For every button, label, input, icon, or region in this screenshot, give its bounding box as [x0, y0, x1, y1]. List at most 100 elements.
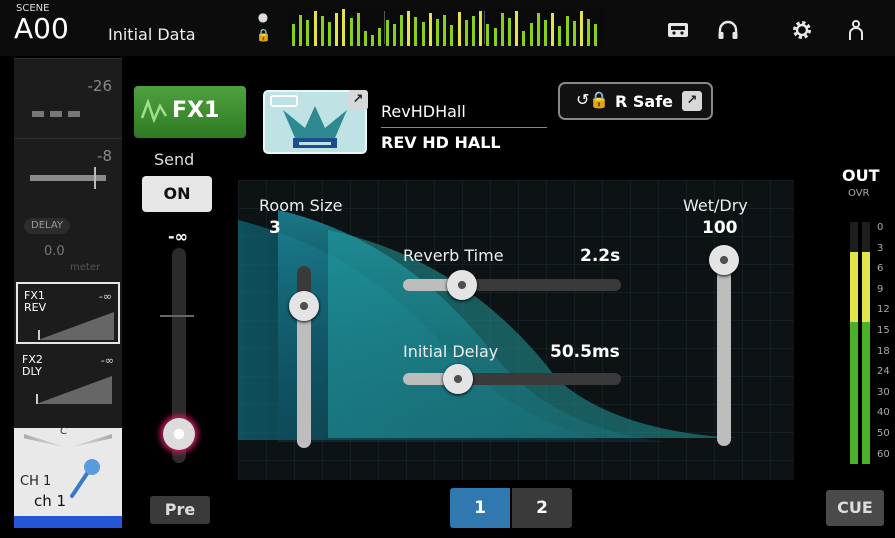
wet-dry-fill	[717, 260, 731, 446]
delay-unit: meter	[70, 262, 101, 273]
meter-bar	[479, 10, 483, 46]
gear-icon[interactable]	[790, 18, 814, 42]
scale-tick-label: 18	[877, 345, 890, 357]
meter-bar	[378, 27, 382, 46]
meter-bar	[529, 23, 533, 46]
channel-box[interactable]: C CH 1 ch 1	[14, 426, 122, 528]
room-size-label: Room Size	[259, 196, 343, 215]
out-meter-label: OUT	[842, 166, 880, 185]
initial-delay-label: Initial Delay	[403, 342, 499, 361]
panel-lock-icon: 🔒	[256, 28, 271, 42]
pre-button[interactable]: Pre	[150, 496, 210, 524]
recall-safe-button[interactable]: ↺🔒 R Safe ↗	[558, 82, 713, 120]
meter-bar	[306, 20, 310, 46]
meter-divider	[384, 11, 385, 44]
room-size-knob[interactable]	[289, 291, 319, 322]
fx1-level: -∞	[98, 290, 112, 303]
send-on-button[interactable]: ON	[142, 176, 212, 212]
channel-name: ch 1	[34, 492, 67, 510]
meter-bar	[421, 21, 425, 46]
meter-bar	[486, 23, 490, 46]
cue-button[interactable]: CUE	[826, 490, 884, 526]
reverb-time-track[interactable]	[403, 279, 621, 291]
send-fader-knob[interactable]	[163, 418, 195, 450]
fx1-name: FX1 REV	[24, 289, 47, 314]
meter-bar	[515, 11, 519, 46]
meter-bridge[interactable]	[288, 9, 604, 46]
meter-bar	[472, 16, 475, 46]
initial-delay-track[interactable]	[403, 373, 621, 385]
meter-bar	[558, 25, 562, 46]
meter-bar	[342, 9, 346, 46]
recall-safe-lock-icon: ↺🔒	[576, 90, 610, 109]
user-icon[interactable]	[844, 18, 868, 42]
fx1-select-button[interactable]: FX1	[134, 86, 246, 138]
open-icon[interactable]: ↗	[348, 90, 368, 110]
meter-bar	[328, 21, 331, 46]
gain-value: -26	[87, 77, 113, 95]
recorder-icon[interactable]	[666, 18, 690, 42]
effect-wave-icon	[140, 98, 168, 124]
meter-bar	[551, 12, 555, 46]
fx2-send-ramp	[36, 376, 112, 404]
scale-tick-label: 15	[877, 325, 890, 336]
channel-label: CH 1	[20, 474, 52, 489]
scene-name[interactable]: Initial Data	[108, 25, 196, 44]
effect-type-name[interactable]: RevHDHall	[381, 102, 466, 121]
pan-indicator	[24, 434, 112, 448]
fader-marker	[94, 167, 96, 189]
meter-bar	[464, 20, 468, 46]
status-icons: ● 🔒	[256, 8, 271, 48]
meter-bar	[371, 34, 375, 46]
meter-bar	[508, 17, 511, 46]
meter-bar	[580, 10, 583, 46]
wet-dry-label: Wet/Dry	[683, 196, 748, 215]
fx1-send-ramp	[38, 312, 114, 340]
initial-delay-knob[interactable]	[442, 364, 473, 394]
wet-dry-track[interactable]	[717, 260, 731, 446]
microphone-icon	[70, 459, 100, 498]
meter-bar	[500, 13, 504, 46]
meter-bar	[493, 27, 497, 46]
scale-tick-label: 60	[877, 448, 890, 460]
meter-bar	[292, 23, 295, 46]
send-label: Send	[154, 150, 195, 169]
meter-bar	[414, 17, 418, 46]
room-size-value: 3	[269, 218, 281, 238]
meter-bar	[450, 25, 454, 46]
wet-dry-knob[interactable]	[709, 245, 739, 275]
meter-bar	[349, 18, 353, 46]
meter-bar	[594, 23, 598, 46]
meter-bar	[436, 19, 439, 46]
ext-clock-icon: ●	[257, 10, 269, 24]
fx2-send-box[interactable]: FX2 DLY -∞	[16, 348, 120, 410]
meter-bar	[400, 14, 403, 46]
strip-section-fader[interactable]: -8	[14, 138, 122, 206]
page-1-button[interactable]: 1	[450, 488, 510, 528]
initial-delay-value: 50.5ms	[550, 342, 620, 362]
scale-tick-label: 40	[877, 407, 890, 419]
headphones-icon[interactable]	[716, 18, 740, 42]
scale-tick-label: 3	[877, 242, 884, 254]
room-size-fill	[297, 306, 311, 448]
type-divider	[381, 127, 547, 128]
meter-bar	[299, 14, 303, 46]
meter-bar	[443, 14, 447, 46]
reverb-time-knob[interactable]	[446, 270, 477, 300]
fx1-send-box[interactable]: FX1 REV -∞	[16, 282, 120, 344]
meter-bar	[536, 13, 540, 46]
meter-bar	[572, 20, 576, 46]
scale-tick-label: 0	[877, 222, 884, 233]
page-2-button[interactable]: 2	[512, 488, 572, 528]
gain-indicator	[32, 111, 80, 117]
scale-tick-label: 30	[877, 386, 890, 398]
ovr-label: OVR	[848, 188, 870, 199]
delay-pill[interactable]: DELAY	[24, 218, 70, 234]
pan-label: C	[60, 426, 67, 437]
scale-tick-label: 50	[877, 428, 890, 439]
meter-divider	[484, 11, 485, 44]
strip-section-gain[interactable]: -26	[14, 58, 122, 138]
scene-number[interactable]: A00	[14, 14, 69, 44]
reverb-time-value: 2.2s	[580, 246, 621, 266]
meter-bar	[385, 20, 389, 46]
